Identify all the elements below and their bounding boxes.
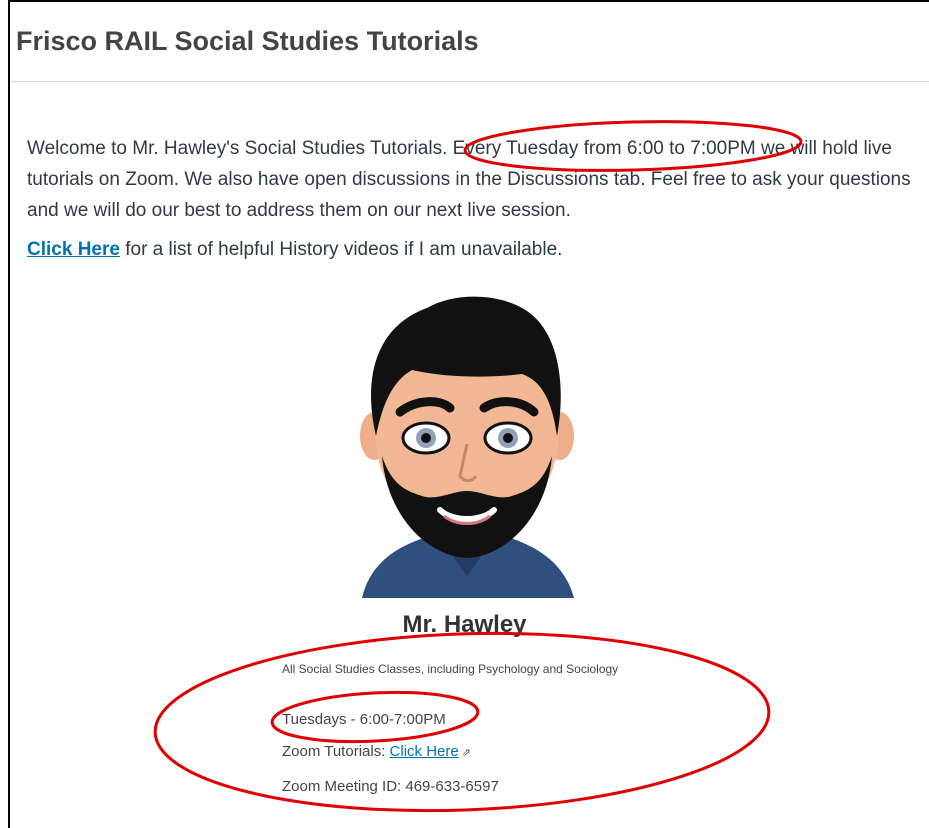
profile-name: Mr. Hawley [402, 611, 527, 638]
avatar [360, 296, 574, 598]
intro-paragraph: Welcome to Mr. Hawley's Social Studies T… [27, 138, 911, 221]
videos-link[interactable]: Click Here [27, 239, 120, 260]
profile-schedule: Tuesdays - 6:00-7:00PM [282, 711, 446, 728]
profile-classes: All Social Studies Classes, including Ps… [282, 662, 619, 676]
videos-line: Click Here for a list of helpful History… [27, 239, 562, 261]
page-title: Frisco RAIL Social Studies Tutorials [16, 26, 479, 56]
zoom-tutorials-label: Zoom Tutorials: [282, 743, 390, 760]
external-link-icon: ⇗ [461, 746, 471, 759]
title-divider [10, 81, 929, 82]
zoom-meeting-id: Zoom Meeting ID: 469-633-6597 [282, 778, 499, 795]
videos-line-text: for a list of helpful History videos if … [119, 239, 563, 260]
zoom-tutorials-line: Zoom Tutorials: Click Here ⇗ [282, 743, 471, 760]
zoom-tutorials-link[interactable]: Click Here [390, 743, 459, 760]
